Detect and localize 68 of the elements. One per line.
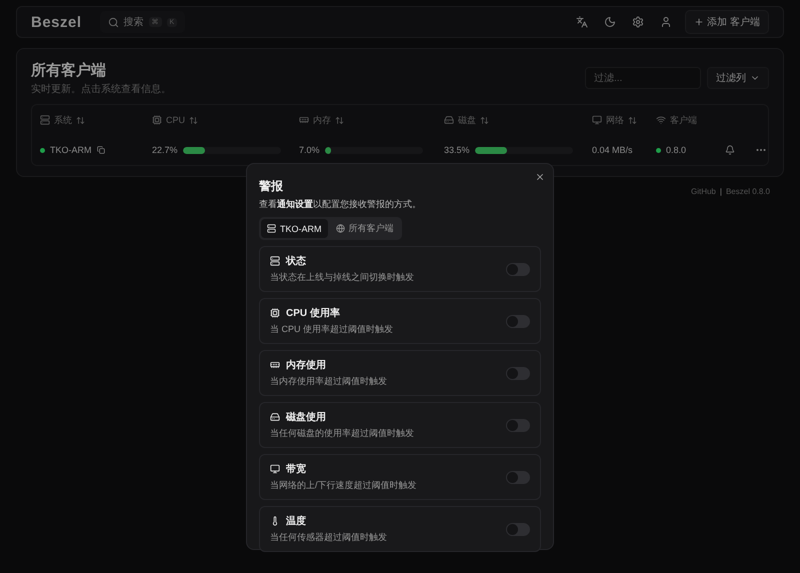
monitor-icon bbox=[270, 464, 280, 474]
dialog-tab[interactable]: 所有客户端 bbox=[330, 219, 400, 238]
column-header[interactable]: 网络 bbox=[592, 114, 656, 126]
add-client-button[interactable]: 添加 客户端 bbox=[685, 10, 769, 34]
alert-toggle[interactable] bbox=[506, 366, 530, 380]
cpu-cell: 22.7% bbox=[152, 145, 299, 155]
chip-icon bbox=[270, 308, 280, 318]
alert-toggle[interactable] bbox=[506, 470, 530, 484]
sort-icon bbox=[335, 116, 344, 124]
sort-icon bbox=[480, 116, 489, 124]
chip-icon bbox=[152, 115, 162, 125]
memory-cell: 7.0% bbox=[299, 145, 444, 155]
alert-title: 磁盘使用 bbox=[270, 410, 506, 424]
memory-icon bbox=[299, 115, 309, 125]
drive-icon bbox=[444, 115, 454, 125]
alert-title: 温度 bbox=[270, 514, 506, 528]
dialog-title: 警报 bbox=[259, 178, 284, 195]
globe-icon bbox=[336, 224, 344, 233]
footer-separator: | bbox=[720, 187, 722, 196]
alert-toggle[interactable] bbox=[506, 314, 530, 328]
search-placeholder: 搜索 bbox=[124, 16, 144, 29]
disk-cell: 33.5% bbox=[444, 145, 592, 155]
alert-title: 状态 bbox=[270, 254, 506, 268]
agent-cell: 0.8.0 bbox=[656, 145, 722, 155]
alert-description: 当 CPU 使用率超过阈值时触发 bbox=[270, 323, 394, 336]
alert-title: 内存使用 bbox=[270, 358, 506, 372]
wifi-icon bbox=[656, 115, 666, 125]
column-header[interactable]: 系统 bbox=[40, 114, 152, 126]
sort-icon bbox=[76, 116, 85, 124]
alert-toggle[interactable] bbox=[506, 262, 530, 276]
sort-icon bbox=[628, 116, 637, 124]
drive-icon bbox=[270, 412, 280, 422]
server-icon bbox=[267, 224, 276, 233]
system-cell[interactable]: TKO-ARM bbox=[40, 145, 152, 155]
alert-title: CPU 使用率 bbox=[270, 306, 506, 320]
column-header[interactable]: CPU bbox=[152, 115, 299, 125]
server-icon bbox=[270, 256, 280, 266]
alert-toggle[interactable] bbox=[506, 522, 530, 536]
panel-subtitle: 实时更新。点击系统查看信息。 bbox=[31, 82, 172, 96]
filter-field[interactable]: 过滤... bbox=[585, 67, 701, 89]
column-header[interactable]: 磁盘 bbox=[444, 114, 592, 126]
version-link[interactable]: Beszel 0.8.0 bbox=[726, 187, 770, 196]
network-cell-text: 0.04 MB/s bbox=[592, 145, 634, 155]
notification-settings-link[interactable]: 通知设置 bbox=[277, 199, 313, 209]
column-header[interactable]: 内存 bbox=[299, 114, 444, 126]
alert-description: 当任何磁盘的使用率超过阈值时触发 bbox=[270, 427, 415, 440]
columns-button[interactable]: 过滤列 bbox=[707, 67, 769, 89]
panel-title: 所有客户端 bbox=[31, 61, 107, 80]
github-link[interactable]: GitHub bbox=[690, 187, 716, 196]
alert-title: 带宽 bbox=[270, 462, 506, 476]
alert-description: 当状态在上线与掉线之间切换时触发 bbox=[270, 271, 415, 284]
search-icon bbox=[108, 16, 119, 28]
dialog-description: 查看通知设置以配置您接收警报的方式。 bbox=[259, 198, 422, 211]
thermometer-icon bbox=[270, 516, 280, 526]
copy-icon bbox=[96, 146, 104, 154]
dialog-tab[interactable]: TKO-ARM bbox=[261, 219, 328, 238]
logo: Beszel bbox=[31, 14, 82, 30]
server-icon bbox=[40, 115, 50, 125]
memory-icon bbox=[270, 360, 280, 370]
alert-description: 当任何传感器超过阈值时触发 bbox=[270, 531, 388, 544]
monitor-icon bbox=[592, 115, 602, 125]
sort-icon bbox=[189, 116, 198, 124]
alert-description: 当网络的上/下行速度超过阈值时触发 bbox=[270, 479, 418, 492]
close-icon[interactable] bbox=[535, 172, 545, 182]
column-header[interactable]: 客户端 bbox=[656, 114, 722, 126]
alert-description: 当内存使用率超过阈值时触发 bbox=[270, 375, 388, 388]
alert-toggle[interactable] bbox=[506, 418, 530, 432]
plus-icon bbox=[694, 17, 704, 27]
